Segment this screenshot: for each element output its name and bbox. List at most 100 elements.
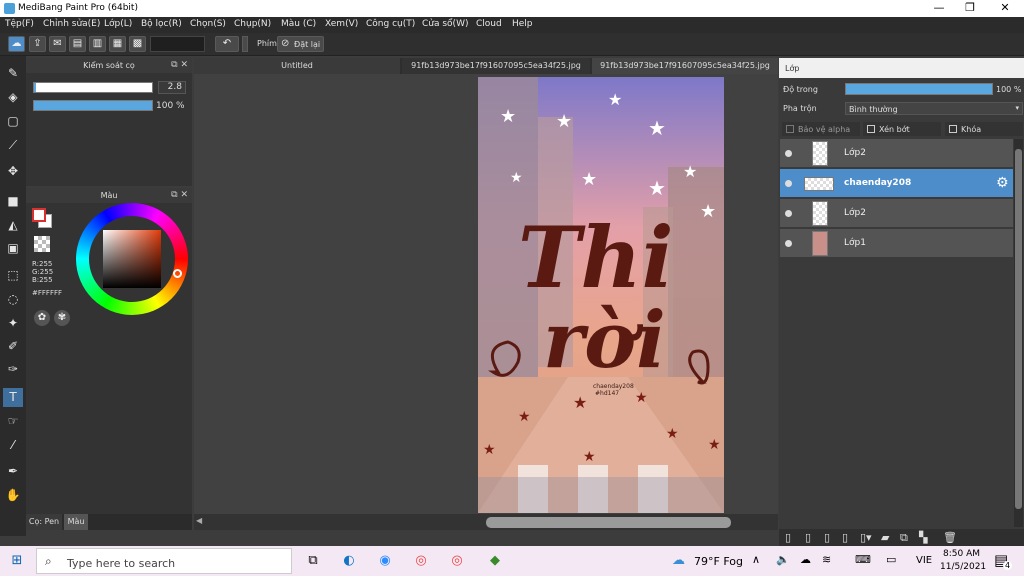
- tool-option-field[interactable]: [150, 36, 205, 52]
- reset-button[interactable]: ⊘ Đặt lại: [277, 36, 324, 52]
- chrome-icon[interactable]: ◎: [410, 551, 432, 571]
- artwork-canvas[interactable]: ★ ★ ★ ★ ★ ★ ★ ★ ★ Thi rời chaenday208 #h…: [478, 77, 724, 513]
- trash-icon[interactable]: 🗑: [943, 531, 957, 544]
- eye-icon[interactable]: [785, 210, 792, 217]
- maximize-button[interactable]: ❐: [955, 0, 985, 17]
- horizontal-scrollbar[interactable]: ◀: [194, 514, 778, 530]
- new-8bit-layer-icon[interactable]: ▯: [824, 531, 830, 544]
- operation-tool-icon[interactable]: ☞: [3, 412, 23, 431]
- layer-row-selected[interactable]: chaenday208 ⚙: [780, 169, 1013, 198]
- palette-settings-icon[interactable]: ✾: [54, 310, 70, 326]
- wifi-icon[interactable]: ≋: [822, 553, 831, 566]
- medibang-taskbar-icon[interactable]: ◆: [484, 551, 506, 571]
- cloud-icon[interactable]: ☁: [8, 36, 25, 52]
- menu-tools[interactable]: Công cụ(T): [366, 19, 415, 29]
- menu-filter[interactable]: Bộ lọc(R): [141, 19, 182, 29]
- duplicate-layer-icon[interactable]: ⧉: [900, 531, 908, 545]
- clipping-checkbox[interactable]: [867, 125, 875, 133]
- transparent-color-swatch[interactable]: [34, 236, 50, 252]
- keyboard-icon[interactable]: ⌨: [855, 553, 871, 566]
- new-halftone-layer-icon[interactable]: ▯: [805, 531, 811, 544]
- brush-size-value[interactable]: 2.8: [158, 81, 186, 94]
- cloud-sync-icon[interactable]: ☁: [800, 553, 811, 566]
- lasso-tool-icon[interactable]: ◌: [3, 290, 23, 309]
- saturation-value-square[interactable]: [103, 230, 161, 288]
- windows-start-icon[interactable]: ⊞: [6, 551, 28, 571]
- grid-icon[interactable]: ▦: [109, 36, 126, 52]
- add-layer-dropdown-icon[interactable]: ▯▾: [860, 531, 872, 544]
- layers-scroll-thumb[interactable]: [1015, 149, 1022, 509]
- horizontal-scroll-thumb[interactable]: [486, 517, 731, 528]
- layer-row[interactable]: Lớp2: [780, 199, 1013, 228]
- display-icon[interactable]: ▭: [886, 553, 896, 566]
- brush-opacity-slider[interactable]: [33, 100, 153, 111]
- shape-tool-icon[interactable]: ■: [3, 192, 23, 211]
- bucket-tool-icon[interactable]: ◭: [3, 216, 23, 235]
- lock-toggle[interactable]: Khóa: [945, 122, 1023, 136]
- select-tool-icon[interactable]: ⬚: [3, 266, 23, 285]
- hand-tool-icon[interactable]: ✋: [3, 486, 23, 505]
- new-1bit-layer-icon[interactable]: ▯: [842, 531, 848, 544]
- page-icon[interactable]: ▥: [89, 36, 106, 52]
- select-eraser-tool-icon[interactable]: ✑: [3, 360, 23, 379]
- eyedropper-tool-icon[interactable]: ✒: [3, 462, 23, 481]
- tab-untitled[interactable]: Untitled: [194, 58, 400, 74]
- undo-icon[interactable]: ↶: [215, 36, 239, 52]
- menu-view[interactable]: Xem(V): [325, 19, 358, 29]
- menu-capture[interactable]: Chụp(N): [234, 19, 271, 29]
- merge-layer-icon[interactable]: ▚: [919, 531, 927, 544]
- protect-alpha-toggle[interactable]: Bảo vệ alpha: [782, 122, 860, 136]
- input-language[interactable]: VIE: [916, 555, 932, 566]
- menu-window[interactable]: Cửa sổ(W): [422, 19, 468, 29]
- task-view-icon[interactable]: ⧉: [302, 551, 324, 571]
- layers-scrollbar[interactable]: [1014, 139, 1023, 527]
- new-layer-icon[interactable]: ▯: [785, 531, 791, 544]
- eye-icon[interactable]: [785, 150, 792, 157]
- comment-icon[interactable]: ▤: [69, 36, 86, 52]
- rectangle-select-tool-icon[interactable]: ▢: [3, 112, 23, 131]
- blend-mode-select[interactable]: Bình thường ▾: [845, 102, 1023, 115]
- folder-icon[interactable]: ▰: [881, 531, 889, 544]
- layer-row[interactable]: Lớp2: [780, 139, 1013, 168]
- clock-date[interactable]: 11/5/2021: [940, 562, 986, 572]
- clock-time[interactable]: 8:50 AM: [943, 549, 980, 559]
- volume-icon[interactable]: 🔈: [776, 553, 790, 566]
- minimize-button[interactable]: —: [924, 0, 954, 17]
- menu-help[interactable]: Help: [512, 19, 533, 29]
- close-button[interactable]: ✕: [990, 0, 1020, 17]
- gear-icon[interactable]: ⚙: [996, 175, 1009, 191]
- select-pen-tool-icon[interactable]: ✐: [3, 337, 23, 356]
- menu-edit[interactable]: Chỉnh sửa(E): [43, 19, 100, 29]
- menu-file[interactable]: Tệp(F): [5, 19, 34, 29]
- tiles-icon[interactable]: ▩: [129, 36, 146, 52]
- move-tool-icon[interactable]: ✥: [3, 162, 23, 181]
- brush-tool-icon[interactable]: ✎: [3, 64, 23, 83]
- share-icon[interactable]: ⇪: [29, 36, 46, 52]
- taskbar-search-box[interactable]: ⌕ Type here to search: [36, 548, 292, 574]
- chevron-up-icon[interactable]: ∧: [752, 553, 760, 566]
- protect-alpha-checkbox[interactable]: [786, 125, 794, 133]
- tab-image-1[interactable]: 91fb13d973be17f91607095c5ea34f25.jpg: [402, 58, 590, 74]
- chrome-icon-2[interactable]: ◎: [446, 551, 468, 571]
- menu-color[interactable]: Màu (C): [281, 19, 316, 29]
- gradient-tool-icon[interactable]: ▣: [3, 239, 23, 258]
- panel-popout-close-icons[interactable]: ⧉ ✕: [171, 58, 188, 73]
- palette-icon[interactable]: ✿: [34, 310, 50, 326]
- redo-scroll[interactable]: [242, 36, 248, 52]
- dropper-tool-icon[interactable]: ⁄: [3, 436, 23, 455]
- magic-wand-tool-icon[interactable]: ✦: [3, 314, 23, 333]
- tab-image-2[interactable]: 91fb13d973be17f91607095c5ea34f25.jpg: [592, 58, 778, 74]
- eye-icon[interactable]: [785, 240, 792, 247]
- weather-text[interactable]: 79°F Fog: [694, 555, 743, 568]
- scroll-left-arrow-icon[interactable]: ◀: [196, 516, 202, 525]
- tab-color[interactable]: Màu: [64, 514, 88, 530]
- text-tool-icon[interactable]: T: [3, 388, 23, 407]
- lock-checkbox[interactable]: [949, 125, 957, 133]
- foreground-color-swatch[interactable]: [32, 208, 46, 222]
- menu-select[interactable]: Chọn(S): [190, 19, 226, 29]
- panel-popout-close-icons[interactable]: ⧉ ✕: [171, 188, 188, 203]
- clipping-toggle[interactable]: Xén bớt: [863, 122, 941, 136]
- menu-cloud[interactable]: Cloud: [476, 19, 502, 29]
- brush-size-slider[interactable]: [33, 82, 153, 93]
- layer-opacity-slider[interactable]: [845, 83, 993, 95]
